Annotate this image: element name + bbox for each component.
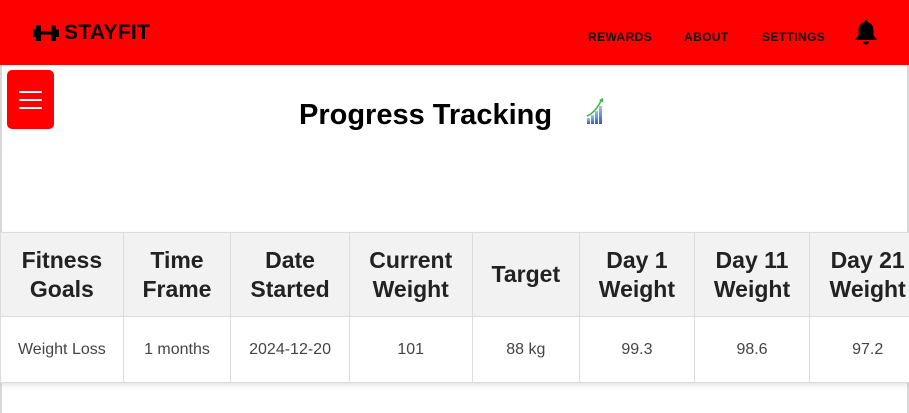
cell-fitness-goal: Weight Loss: [0, 316, 124, 383]
bell-icon[interactable]: [854, 18, 878, 45]
brand-name: STAYFIT: [64, 21, 151, 44]
column-header: Fitness Goals: [0, 232, 124, 317]
column-header: Target: [471, 232, 581, 317]
cell-date-started: 2024-12-20: [230, 316, 350, 383]
page-title: Progress Tracking: [299, 99, 553, 131]
column-header: Current Weight: [348, 232, 473, 317]
cell-day21-weight: 97.2: [809, 316, 909, 383]
cell-current-weight: 101: [348, 316, 473, 383]
column-header: Day 1 Weight: [579, 232, 695, 317]
progress-table-container: Fitness Goals Time Frame Date Started Cu…: [0, 232, 909, 383]
table-row: Weight Loss 1 months 2024-12-20 101 88 k…: [0, 316, 909, 383]
column-header: Day 11 Weight: [693, 232, 811, 317]
growth-chart-icon: [586, 98, 603, 124]
cell-time-frame: 1 months: [122, 316, 232, 383]
cell-day1-weight: 99.3: [579, 316, 695, 383]
column-header: Date Started: [230, 232, 350, 317]
hamburger-menu-icon[interactable]: [7, 70, 54, 129]
progress-table: Fitness Goals Time Frame Date Started Cu…: [0, 232, 909, 383]
nav-rewards-link[interactable]: REWARDS: [588, 30, 652, 44]
dumbbell-icon: [33, 25, 59, 41]
nav-settings-link[interactable]: SETTINGS: [762, 30, 825, 44]
column-header: Time Frame: [122, 232, 232, 317]
cell-target: 88 kg: [471, 316, 581, 383]
column-header: Day 21 Weight: [809, 232, 909, 317]
top-navbar: STAYFIT REWARDS ABOUT SETTINGS: [0, 0, 909, 65]
cell-day11-weight: 98.6: [693, 316, 811, 383]
brand-logo[interactable]: STAYFIT: [32, 19, 150, 47]
nav-about-link[interactable]: ABOUT: [684, 30, 729, 44]
table-header-row: Fitness Goals Time Frame Date Started Cu…: [0, 232, 909, 317]
